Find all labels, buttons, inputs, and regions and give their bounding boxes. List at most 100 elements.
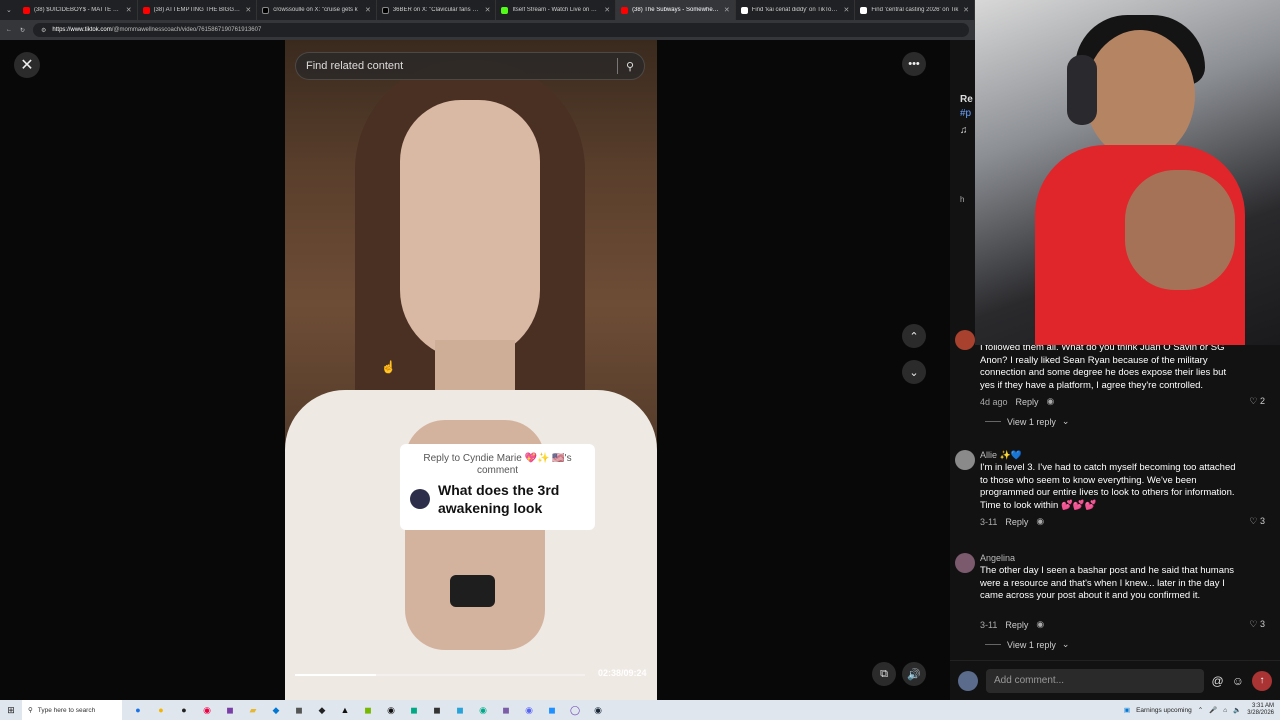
taskbar-search-input[interactable]: Type here to search bbox=[38, 707, 95, 714]
app-icon[interactable]: ◼ bbox=[542, 702, 562, 718]
chevron-up-icon: ⌃ bbox=[909, 330, 919, 343]
mini-player-button[interactable]: ⧉ bbox=[872, 662, 896, 686]
next-video-button[interactable]: ⌄ bbox=[902, 360, 926, 384]
reply-button[interactable]: Reply bbox=[1005, 620, 1028, 630]
view-replies-button[interactable]: View 1 reply ⌄ bbox=[985, 639, 1069, 650]
comment-author[interactable]: Allie ✨💙 bbox=[980, 450, 1022, 461]
x-icon bbox=[262, 6, 270, 14]
tiktok-icon bbox=[860, 6, 868, 14]
app-icon[interactable]: ◯ bbox=[565, 702, 585, 718]
discord-icon[interactable]: ◉ bbox=[519, 702, 539, 718]
browser-tab[interactable]: Find 'kai cenat diddy' on TikTok | T ✕ bbox=[736, 0, 856, 20]
comment-input[interactable]: Add comment... bbox=[986, 668, 1204, 693]
previous-video-button[interactable]: ⌃ bbox=[902, 324, 926, 348]
close-tab-icon[interactable]: ✕ bbox=[724, 6, 730, 14]
browser-tab[interactable]: (38) ATTEMPTING THE BIGGEST E ✕ bbox=[138, 0, 258, 20]
video-player[interactable] bbox=[285, 40, 657, 700]
browser-tab[interactable]: (38) $UICIDEBOY$ - MATTE BLACK ✕ bbox=[18, 0, 138, 20]
steam-icon[interactable]: ◉ bbox=[588, 702, 608, 718]
close-tab-icon[interactable]: ✕ bbox=[245, 6, 251, 14]
app-icon[interactable]: ◉ bbox=[473, 702, 493, 718]
avatar[interactable] bbox=[955, 450, 975, 470]
app-icon[interactable]: ◼ bbox=[496, 702, 516, 718]
close-tab-icon[interactable]: ✕ bbox=[843, 6, 849, 14]
comment-date: 3-11 bbox=[980, 516, 998, 527]
video-frame-face bbox=[400, 100, 540, 360]
network-icon[interactable]: ⌂ bbox=[1223, 707, 1227, 714]
chrome-icon[interactable]: ● bbox=[128, 702, 148, 718]
view-replies-label: View 1 reply bbox=[1007, 416, 1056, 427]
close-tab-icon[interactable]: ✕ bbox=[126, 6, 132, 14]
site-info-icon[interactable]: ⚙ bbox=[41, 27, 46, 34]
reply-divider bbox=[985, 644, 1001, 645]
more-options-button[interactable]: ••• bbox=[902, 52, 926, 76]
related-search-bar[interactable]: Find related content ⚲ bbox=[295, 52, 645, 80]
browser-tab[interactable]: 36BER on X: "Clavicular fans are h ✕ bbox=[377, 0, 497, 20]
taskbar-search[interactable]: ⚲ Type here to search bbox=[22, 700, 122, 720]
post-comment-button[interactable]: ↑ bbox=[1252, 670, 1272, 691]
reply-button[interactable]: Reply bbox=[1016, 397, 1039, 407]
tab-title: 36BER on X: "Clavicular fans are h bbox=[392, 7, 481, 13]
tab-list-dropdown-icon[interactable]: ⌄ bbox=[0, 0, 18, 20]
browser-tab[interactable]: Find 'central casting 2026' on Tik ✕ bbox=[855, 0, 975, 20]
chevron-down-icon: ⌄ bbox=[1061, 416, 1070, 426]
hashtag-peek[interactable]: #p bbox=[960, 108, 971, 119]
app-icon[interactable]: ◉ bbox=[381, 702, 401, 718]
search-icon[interactable]: ⚲ bbox=[626, 60, 634, 73]
app-icon[interactable]: ◼ bbox=[358, 702, 378, 718]
taskbar-apps: ● ● ● ◉ ◼ ▰ ◆ ◼ ◆ ▲ ◼ ◉ ◼ ◼ ◼ ◉ ◼ ◉ ◼ ◯ … bbox=[122, 702, 608, 718]
search-input[interactable]: Find related content bbox=[306, 60, 617, 72]
comment-meta: 4d ago Reply ◉ bbox=[980, 396, 1054, 407]
folder-icon[interactable]: ▰ bbox=[243, 702, 263, 718]
close-video-button[interactable]: ✕ bbox=[14, 52, 40, 78]
like-button[interactable]: ♡ 3 bbox=[1249, 619, 1265, 630]
url-field[interactable]: ⚙ https://www.tiktok.com/@mommawellnessc… bbox=[33, 23, 969, 37]
clock-date: 3/28/2026 bbox=[1247, 710, 1274, 716]
browser-tab[interactable]: Itself Stream - Watch Live on Kick ✕ bbox=[496, 0, 617, 20]
like-button[interactable]: ♡ 3 bbox=[1249, 516, 1265, 527]
close-tab-icon[interactable]: ✕ bbox=[963, 6, 969, 14]
avatar[interactable] bbox=[955, 330, 975, 350]
clock[interactable]: 3:31 AM 3/28/2026 bbox=[1247, 703, 1274, 717]
browser-tab-active[interactable]: (38) The Subways - Somewhere (C ✕ bbox=[616, 0, 736, 20]
reload-icon[interactable]: ↻ bbox=[20, 27, 25, 34]
close-tab-icon[interactable]: ✕ bbox=[485, 6, 491, 14]
app-icon[interactable]: ▲ bbox=[335, 702, 355, 718]
chevron-up-icon[interactable]: ⌃ bbox=[1198, 706, 1203, 714]
back-arrow-icon[interactable]: ← bbox=[6, 27, 12, 33]
reply-to-label: Reply to Cyndie Marie 💖✨ 🇺🇸's comment bbox=[423, 453, 572, 476]
close-tab-icon[interactable]: ✕ bbox=[365, 6, 371, 14]
more-icon: ••• bbox=[908, 58, 920, 70]
app-icon[interactable]: ● bbox=[174, 702, 194, 718]
app-icon[interactable]: ◼ bbox=[450, 702, 470, 718]
weather-text[interactable]: Earnings upcoming bbox=[1136, 707, 1192, 714]
like-button[interactable]: ♡ 2 bbox=[1249, 396, 1265, 407]
reply-button[interactable]: Reply bbox=[1005, 517, 1028, 527]
browser-tab[interactable]: crowssoulle on X: "cruise gets k ✕ bbox=[257, 0, 377, 20]
heart-icon: ♡ bbox=[1249, 396, 1258, 406]
mention-icon[interactable]: @ bbox=[1212, 674, 1224, 688]
app-icon[interactable]: ◼ bbox=[427, 702, 447, 718]
tab-peek[interactable]: h bbox=[960, 195, 964, 204]
tiktok-viewer: ✕ Find related content ⚲ Reply to Cyndie… bbox=[0, 40, 975, 700]
app-icon[interactable]: ◼ bbox=[404, 702, 424, 718]
emoji-icon[interactable]: ☺ bbox=[1232, 674, 1244, 688]
comment-author[interactable]: Angelina bbox=[980, 553, 1015, 563]
volume-button[interactable]: 🔊 bbox=[902, 662, 926, 686]
app-icon[interactable]: ◼ bbox=[220, 702, 240, 718]
windows-start-icon[interactable]: ⊞ bbox=[0, 700, 22, 720]
app-icon[interactable]: ◆ bbox=[266, 702, 286, 718]
webcam-head bbox=[1085, 30, 1195, 160]
app-icon[interactable]: ◉ bbox=[197, 702, 217, 718]
reply-divider bbox=[985, 421, 1001, 422]
speaker-icon[interactable]: 🔈 bbox=[1233, 706, 1241, 714]
app-icon[interactable]: ◼ bbox=[289, 702, 309, 718]
video-timecode: 02:38/09:24 bbox=[598, 668, 647, 678]
close-tab-icon[interactable]: ✕ bbox=[604, 6, 610, 14]
avatar[interactable] bbox=[955, 553, 975, 573]
view-replies-button[interactable]: View 1 reply ⌄ bbox=[985, 416, 1069, 427]
app-icon[interactable]: ● bbox=[151, 702, 171, 718]
video-progress-bar[interactable] bbox=[295, 674, 585, 676]
app-icon[interactable]: ◆ bbox=[312, 702, 332, 718]
kick-icon bbox=[501, 6, 509, 14]
